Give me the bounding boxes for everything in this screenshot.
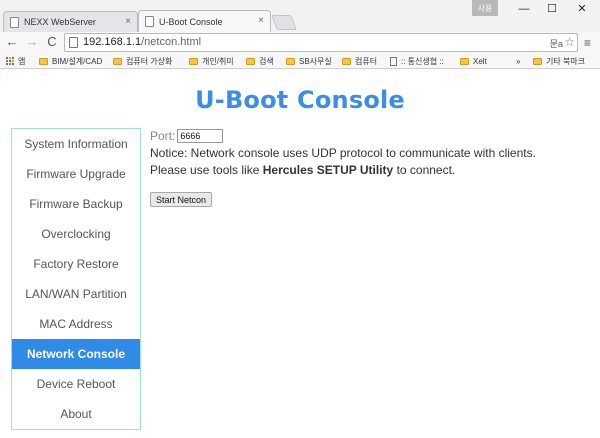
bookmarks-bar: 앱 BIM/설계/CAD 컴퓨터 가상화 개인/취미 검색 SB사무실 컴퓨터 bbox=[0, 53, 600, 69]
port-input[interactable] bbox=[177, 129, 224, 143]
page-icon bbox=[145, 16, 154, 27]
folder-icon bbox=[342, 57, 351, 65]
sidebar-item-network-console[interactable]: Network Console bbox=[12, 339, 140, 369]
tools-name: Hercules SETUP Utility bbox=[262, 163, 394, 177]
bookmark-folder-computer[interactable]: 컴퓨터 bbox=[342, 54, 377, 68]
bookmark-other-folder[interactable]: 기타 북마크 bbox=[533, 54, 585, 68]
bookmark-label: 컴퓨터 가상화 bbox=[126, 56, 173, 66]
sidebar-item-firmware-upgrade[interactable]: Firmware Upgrade bbox=[12, 159, 140, 189]
sidebar-item-overclocking[interactable]: Overclocking bbox=[12, 219, 140, 249]
start-netcon-button[interactable]: Start Netcon bbox=[150, 192, 213, 207]
tab-nexx-webserver[interactable]: NEXX WebServer × bbox=[3, 11, 138, 32]
tools-text: Please use tools like Hercules SETUP Uti… bbox=[150, 162, 590, 178]
sidebar-item-about[interactable]: About bbox=[12, 399, 140, 429]
folder-icon bbox=[113, 57, 122, 65]
new-tab-button[interactable] bbox=[271, 15, 297, 30]
forward-arrow-icon[interactable]: → bbox=[24, 34, 40, 50]
sidebar-item-firmware-backup[interactable]: Firmware Backup bbox=[12, 189, 140, 219]
tab-title: NEXX WebServer bbox=[24, 17, 96, 27]
tools-prefix: Please use tools like bbox=[150, 163, 263, 177]
bookmark-label: SB사무실 bbox=[299, 56, 332, 66]
bookmark-label: 컴퓨터 bbox=[355, 56, 378, 66]
bookmark-label: :: 통신생협 :: bbox=[401, 56, 444, 66]
folder-icon bbox=[460, 57, 469, 65]
sidebar-item-mac-address[interactable]: MAC Address bbox=[12, 309, 140, 339]
address-bar[interactable]: 192.168.1.1/netcon.html 문a ☆ bbox=[64, 33, 578, 52]
url-path: /netcon.html bbox=[141, 36, 202, 48]
apps-grid-icon bbox=[6, 57, 14, 65]
folder-icon bbox=[39, 57, 48, 65]
navigation-toolbar: ← → C 192.168.1.1/netcon.html 문a ☆ ≡ bbox=[0, 32, 600, 53]
tab-close-icon[interactable]: × bbox=[125, 16, 131, 27]
menu-icon[interactable]: ≡ bbox=[584, 36, 591, 50]
bookmark-label: BIM/설계/CAD bbox=[52, 56, 103, 66]
sidebar-item-lan-wan-partition[interactable]: LAN/WAN Partition bbox=[12, 279, 140, 309]
bookmark-folder-search[interactable]: 검색 bbox=[246, 54, 274, 68]
bookmark-folder-personal[interactable]: 개인/취미 bbox=[189, 54, 234, 68]
port-label: Port: bbox=[150, 129, 176, 143]
page-info-icon[interactable] bbox=[69, 37, 78, 48]
netcon-panel: Port: Notice: Network console uses UDP p… bbox=[150, 128, 590, 207]
tab-close-icon[interactable]: × bbox=[258, 15, 264, 26]
tab-title: U-Boot Console bbox=[159, 16, 223, 27]
folder-icon bbox=[533, 57, 542, 65]
bookmark-label: Xelt bbox=[473, 56, 487, 66]
translate-icon[interactable]: 문a bbox=[550, 37, 563, 50]
bookmark-label: 개인/취미 bbox=[202, 56, 234, 66]
bookmark-star-icon[interactable]: ☆ bbox=[564, 35, 575, 49]
bookmark-label: 기타 북마크 bbox=[546, 56, 586, 66]
reload-icon[interactable]: C bbox=[44, 34, 60, 50]
sidebar-item-factory-restore[interactable]: Factory Restore bbox=[12, 249, 140, 279]
port-row: Port: bbox=[150, 128, 590, 144]
bookmark-label: 검색 bbox=[259, 56, 274, 66]
page-title: U-Boot Console bbox=[195, 86, 405, 114]
bookmark-folder-virtualization[interactable]: 컴퓨터 가상화 bbox=[113, 54, 172, 68]
bookmark-apps[interactable]: 앱 bbox=[6, 54, 25, 68]
browser-window: NEXX WebServer × U-Boot Console × 사용 — ☐… bbox=[0, 0, 600, 438]
minimize-button[interactable]: — bbox=[512, 2, 536, 16]
folder-icon bbox=[189, 57, 198, 65]
folder-icon bbox=[246, 57, 255, 65]
page-icon bbox=[390, 56, 397, 66]
tools-suffix: to connect. bbox=[393, 163, 456, 177]
sidebar-nav: System Information Firmware Upgrade Firm… bbox=[11, 128, 141, 430]
bookmark-folder-bim[interactable]: BIM/설계/CAD bbox=[39, 54, 102, 68]
bookmark-tongsin[interactable]: :: 통신생협 :: bbox=[390, 54, 444, 68]
url-host: 192.168.1.1 bbox=[83, 36, 142, 48]
maximize-button[interactable]: ☐ bbox=[540, 2, 564, 16]
back-arrow-icon[interactable]: ← bbox=[4, 34, 20, 50]
notice-text: Notice: Network console uses UDP protoco… bbox=[150, 146, 536, 160]
bookmarks-overflow-chevron[interactable]: » bbox=[516, 54, 520, 68]
tab-strip: NEXX WebServer × U-Boot Console × 사용 — ☐… bbox=[0, 0, 600, 32]
sidebar-item-system-information[interactable]: System Information bbox=[12, 129, 140, 159]
url-text[interactable]: 192.168.1.1/netcon.html bbox=[83, 36, 201, 48]
tab-uboot-console[interactable]: U-Boot Console × bbox=[138, 10, 271, 32]
page-icon bbox=[10, 16, 19, 28]
bookmark-label: 앱 bbox=[18, 56, 26, 66]
page-content: U-Boot Console System Information Firmwa… bbox=[0, 70, 600, 438]
sidebar-item-device-reboot[interactable]: Device Reboot bbox=[12, 369, 140, 399]
close-window-button[interactable]: ✕ bbox=[570, 2, 594, 16]
folder-icon bbox=[286, 57, 295, 65]
bookmark-folder-sb-office[interactable]: SB사무실 bbox=[286, 54, 332, 68]
bookmark-xelt[interactable]: Xelt bbox=[460, 54, 487, 68]
user-profile-badge[interactable]: 사용 bbox=[472, 0, 498, 16]
